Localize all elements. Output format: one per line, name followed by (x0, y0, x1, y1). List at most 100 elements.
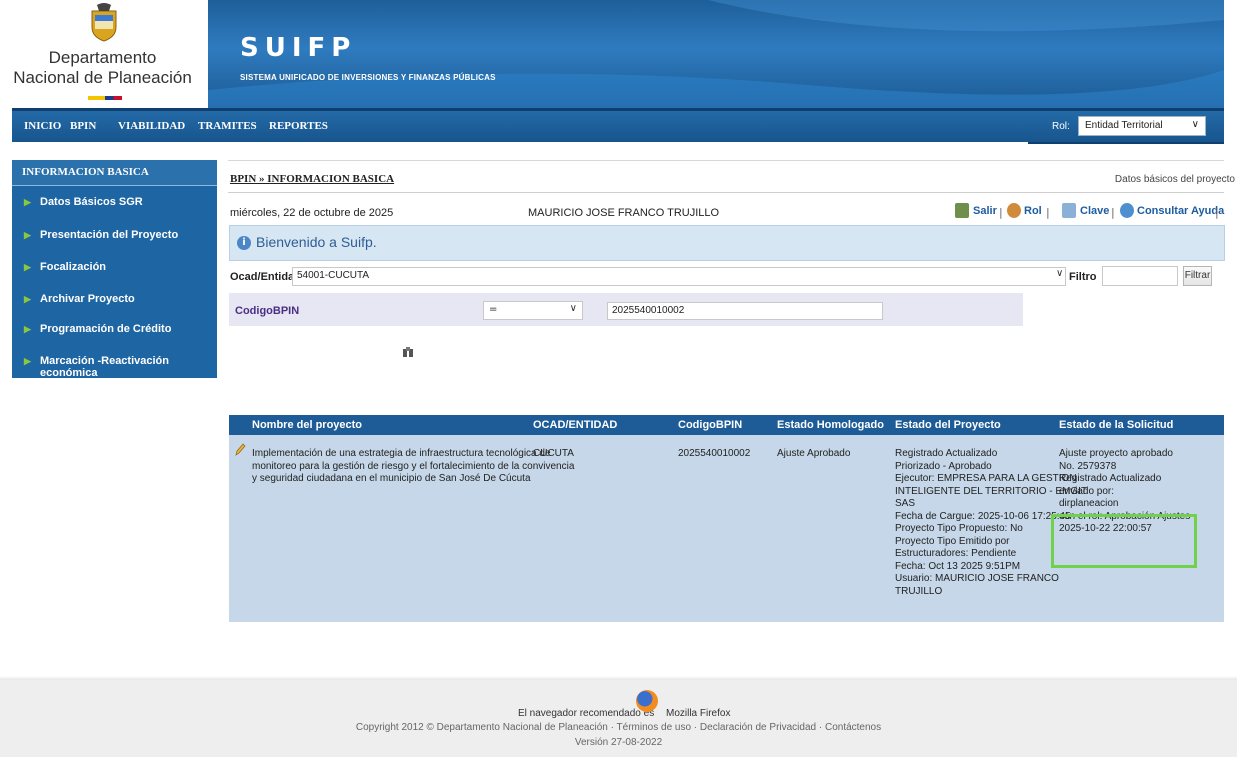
separator: | (999, 206, 1003, 219)
cell-nombre: Implementación de una estrategia de infr… (252, 448, 574, 486)
col-ocad: OCAD/ENTIDAD (533, 419, 618, 431)
consultar-ayuda-link[interactable]: Consultar Ayuda (1137, 205, 1224, 217)
header: Departamento Nacional de Planeación SUIF… (0, 0, 1237, 108)
bullet-icon: ▶ (24, 356, 31, 366)
app-subtitle: SISTEMA UNIFICADO DE INVERSIONES Y FINAN… (240, 73, 496, 82)
nav-bpin[interactable]: BPIN (70, 120, 96, 132)
bullet-icon: ▶ (24, 197, 31, 207)
criteria-field-label: CodigoBPIN (235, 305, 300, 317)
sidebar: INFORMACION BASICA ▶ Datos Básicos SGR ▶… (12, 160, 217, 379)
cell-line: No. 2579378 (1059, 460, 1117, 472)
rol-label: Rol: (1052, 121, 1070, 132)
results-table: Nombre del proyecto OCAD/ENTIDAD CodigoB… (229, 415, 1224, 622)
user-icon[interactable] (1007, 203, 1021, 218)
criteria-value-input[interactable]: 2025540010002 (607, 302, 883, 320)
search-criteria: CodigoBPIN = ∨ 2025540010002 (229, 293, 1023, 326)
sidebar-item-credito[interactable]: ▶ Programación de Crédito (12, 320, 217, 342)
table-header: Nombre del proyecto OCAD/ENTIDAD CodigoB… (229, 415, 1224, 435)
divider (228, 160, 1224, 161)
sidebar-item-datos-basicos[interactable]: ▶ Datos Básicos SGR (12, 193, 217, 215)
cell-line: enviado por: (1059, 485, 1115, 497)
cell-ocad: CUCUTA (533, 448, 574, 459)
sidebar-item-archivar[interactable]: ▶ Archivar Proyecto (12, 290, 217, 312)
exit-icon[interactable] (955, 203, 969, 218)
ocad-select-value: 54001-CUCUTA (297, 270, 370, 281)
sidebar-title: INFORMACION BASICA (12, 160, 217, 186)
suifp-banner: SUIFP SISTEMA UNIFICADO DE INVERSIONES Y… (208, 0, 1224, 108)
version: Versión 27-08-2022 (574, 737, 663, 748)
welcome-text: Bienvenido a Suifp. (256, 234, 377, 250)
nav-inicio[interactable]: INICIO (24, 120, 61, 132)
browser-recommendation: El navegador recomendado es (518, 708, 655, 719)
sidebar-item-label: Presentación del Proyecto (40, 229, 179, 241)
current-date: miércoles, 22 de octubre de 2025 (230, 207, 394, 219)
bullet-icon: ▶ (24, 262, 31, 272)
chevron-down-icon: ∨ (1191, 119, 1199, 130)
col-nombre: Nombre del proyecto (252, 419, 363, 431)
rol-select[interactable]: Entidad Territorial ∨ (1078, 116, 1206, 136)
nav-underline (1028, 142, 1224, 144)
nav-viabilidad[interactable]: VIABILIDAD (118, 120, 185, 132)
ocad-entidad-select[interactable]: 54001-CUCUTA (292, 267, 1066, 286)
user-name: MAURICIO JOSE FRANCO TRUJILLO (528, 207, 720, 219)
sidebar-item-marcacion[interactable]: ▶ Marcación -Reactivación económica (12, 352, 217, 379)
cell-line: dirplaneacion (1059, 498, 1119, 509)
sidebar-item-label: Focalización (40, 261, 107, 273)
bullet-icon: ▶ (24, 294, 31, 304)
filtro-label: Filtro (1069, 271, 1097, 283)
help-icon[interactable] (1120, 203, 1134, 218)
col-estado-proyecto: Estado del Proyecto (895, 419, 1001, 431)
cell-bpin: 2025540010002 (678, 448, 751, 459)
sidebar-item-label: Datos Básicos SGR (40, 196, 143, 208)
salir-link[interactable]: Salir (973, 205, 997, 217)
col-estado-homologado: Estado Homologado (777, 419, 884, 431)
dnp-logo[interactable]: Departamento Nacional de Planeación (0, 0, 205, 108)
binoculars-search-icon[interactable] (403, 346, 413, 358)
cell-estado-homologado: Ajuste Aprobado (777, 448, 851, 459)
separator: | (1215, 206, 1219, 219)
key-icon[interactable] (1062, 203, 1076, 218)
app-title: SUIFP (240, 33, 357, 63)
filtrar-button[interactable]: Filtrar (1183, 266, 1212, 286)
page-caption: Datos básicos del proyecto (1114, 174, 1235, 185)
banner-swoosh-graphic (208, 0, 1224, 108)
sidebar-item-label: Marcación -Reactivación económica (40, 355, 169, 379)
nav-tramites[interactable]: TRAMITES (198, 120, 257, 132)
pencil-edit-icon[interactable] (234, 443, 246, 457)
colombia-flag-bar (88, 96, 122, 100)
chevron-down-icon: ∨ (1056, 268, 1064, 279)
col-estado-solicitud: Estado de la Solicitud (1059, 419, 1174, 431)
info-icon: i (237, 236, 251, 250)
chevron-down-icon: ∨ (569, 303, 577, 314)
sidebar-item-focalizacion[interactable]: ▶ Focalización (12, 258, 217, 280)
divider (228, 192, 1224, 193)
ocad-label: Ocad/Entidad (230, 271, 301, 283)
operator-select[interactable]: = ∨ (483, 301, 583, 320)
sidebar-item-label: Archivar Proyecto (40, 293, 135, 305)
welcome-banner: i Bienvenido a Suifp. (229, 225, 1225, 261)
cell-line: Registrado Actualizado (1059, 473, 1162, 484)
coat-of-arms-icon (91, 3, 117, 42)
cell-line: monitoreo para la gestión de riesgo y el… (252, 460, 575, 472)
cell-line: Implementación de una estrategia de infr… (252, 448, 551, 459)
criteria-value-text: 2025540010002 (612, 305, 685, 316)
sidebar-item-presentacion[interactable]: ▶ Presentación del Proyecto (12, 226, 217, 248)
cell-line: y seguridad ciudadana en el municipio de… (252, 473, 531, 484)
main-nav: INICIO BPIN VIABILIDAD TRAMITES REPORTES… (12, 108, 1224, 142)
cell-line: TRUJILLO (895, 585, 943, 597)
highlight-annotation (1051, 514, 1197, 568)
cell-line: Ajuste proyecto aprobado (1059, 448, 1173, 459)
sidebar-item-label: Programación de Crédito (40, 323, 172, 335)
bullet-icon: ▶ (24, 230, 31, 240)
org-name-line2: Nacional de Planeación (13, 68, 192, 87)
col-bpin: CodigoBPIN (678, 419, 743, 431)
org-name-line1: Departamento (48, 48, 157, 67)
rol-select-value: Entidad Territorial (1085, 120, 1163, 131)
separator: | (1046, 206, 1050, 219)
clave-link[interactable]: Clave (1080, 205, 1109, 217)
rol-link[interactable]: Rol (1024, 205, 1042, 217)
browser-name: Mozilla Firefox (666, 708, 731, 719)
nav-reportes[interactable]: REPORTES (269, 120, 328, 132)
filtro-input[interactable] (1102, 266, 1178, 286)
breadcrumb[interactable]: BPIN » INFORMACION BASICA (230, 173, 394, 185)
